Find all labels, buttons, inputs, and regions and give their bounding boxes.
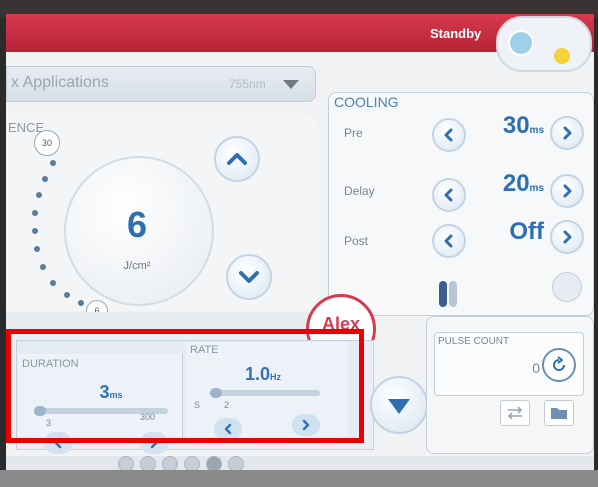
chevron-right-icon xyxy=(563,184,572,198)
page-dot[interactable] xyxy=(140,456,156,470)
device-bezel-bottom xyxy=(0,470,598,487)
fluence-scale-dot xyxy=(34,246,40,252)
wavelength-label: 755nm xyxy=(229,77,266,91)
page-dot[interactable] xyxy=(162,456,178,470)
chevron-down-icon xyxy=(239,271,259,283)
cooling-delay-decrease-button[interactable] xyxy=(432,178,466,212)
fluence-scale-dot xyxy=(40,264,46,270)
cooling-pre-label: Pre xyxy=(344,126,363,140)
cooling-pre-number: 30 xyxy=(502,112,530,139)
cooling-post-decrease-button[interactable] xyxy=(432,224,466,258)
chevron-left-icon xyxy=(444,128,453,142)
chevron-down-icon xyxy=(283,80,299,89)
status-text: Standby xyxy=(430,26,482,41)
chevron-up-icon xyxy=(227,153,247,165)
ready-light-icon xyxy=(508,30,534,56)
highlight-box xyxy=(6,329,364,443)
chevron-right-icon xyxy=(563,126,572,140)
reset-icon xyxy=(553,356,565,371)
fluence-increase-button[interactable] xyxy=(214,136,260,182)
status-indicator[interactable] xyxy=(496,16,592,72)
fluence-decrease-button[interactable] xyxy=(226,254,272,300)
cooling-pre-unit: ms xyxy=(529,125,544,136)
pulse-count-value: 0 xyxy=(532,360,540,376)
fire-triangle-icon xyxy=(388,399,410,414)
page-dot[interactable] xyxy=(228,456,244,470)
folder-icon xyxy=(551,408,567,419)
cooling-delay-increase-button[interactable] xyxy=(550,174,584,208)
standby-light-icon xyxy=(554,48,570,64)
cooling-gauge-icon xyxy=(439,281,457,307)
fluence-scale-dot xyxy=(50,280,56,286)
page-dot[interactable] xyxy=(184,456,200,470)
cooling-delay-number: 20 xyxy=(502,170,530,197)
fluence-unit: J/cm² xyxy=(123,260,151,272)
folder-button[interactable] xyxy=(544,400,574,426)
page-dot[interactable] xyxy=(206,456,222,470)
swap-button[interactable] xyxy=(500,400,530,426)
cooling-title: COOLING xyxy=(334,94,399,110)
pulse-count-title: PULSE COUNT xyxy=(438,336,510,347)
chevron-left-icon xyxy=(444,188,453,202)
fluence-value: 6 xyxy=(126,204,148,245)
cooling-post-increase-button[interactable] xyxy=(550,220,584,254)
footer-bar xyxy=(6,456,594,470)
fluence-scale-dot xyxy=(78,300,84,306)
chevron-right-icon xyxy=(563,230,572,244)
fluence-scale-dot xyxy=(36,192,42,198)
cooling-post-value: Off xyxy=(478,218,544,246)
cooling-post-label: Post xyxy=(344,234,369,248)
application-select[interactable]: x Applications 755nm xyxy=(6,66,316,102)
fluence-scale-dot xyxy=(32,228,38,234)
cooling-post-number: Off xyxy=(509,218,544,245)
cooling-pre-increase-button[interactable] xyxy=(550,116,584,150)
cooling-delay-value: 20ms xyxy=(478,170,544,198)
cooling-pre-value: 30ms xyxy=(478,112,544,140)
pulse-count-reset-button[interactable] xyxy=(542,348,576,382)
fluence-scale-dot xyxy=(50,160,56,166)
cooling-pre-decrease-button[interactable] xyxy=(432,118,466,152)
swap-icon xyxy=(507,406,523,420)
spray-icon[interactable] xyxy=(552,272,582,302)
fire-button[interactable] xyxy=(370,376,428,434)
application-label: x Applications xyxy=(11,74,109,91)
page-dot[interactable] xyxy=(118,456,134,470)
chevron-left-icon xyxy=(444,234,453,248)
fluence-scale-dot xyxy=(42,176,48,182)
cooling-delay-label: Delay xyxy=(344,184,375,198)
cooling-delay-unit: ms xyxy=(529,183,544,194)
fluence-scale-dot xyxy=(64,292,70,298)
fluence-scale-max: 30 xyxy=(34,130,60,156)
fluence-scale-dot xyxy=(32,210,38,216)
